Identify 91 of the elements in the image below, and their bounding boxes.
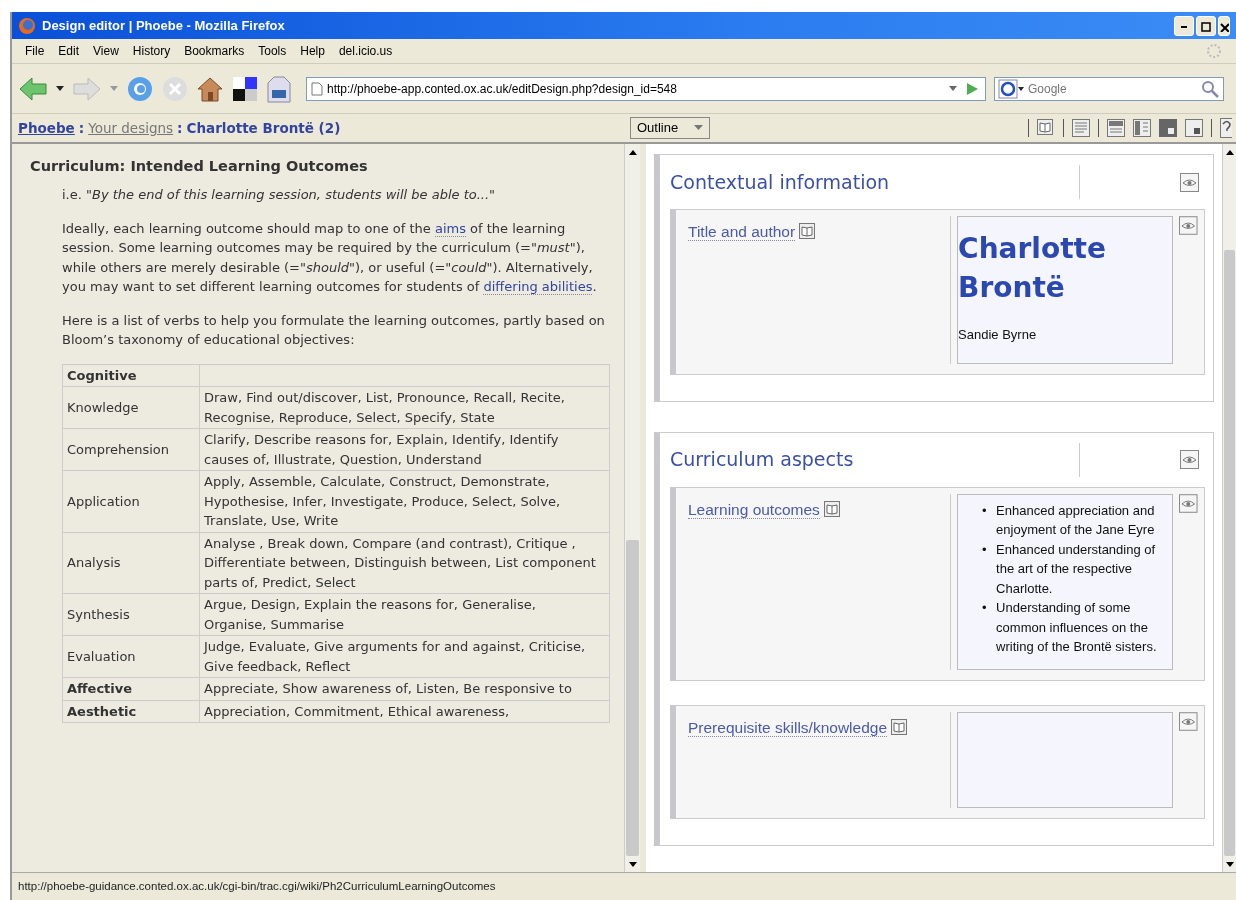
menu-item[interactable]: del.icio.us (331, 40, 400, 62)
table-cell: Clarify, Describe reasons for, Explain, Identify, Identify causes of, Illustrate, Question, Understand (199, 428, 610, 471)
document-title: Charlotte Brontë (958, 231, 1107, 306)
table-cell: Argue, Design, Explain the reasons for, Generalise, Organise, Summarise (199, 593, 610, 636)
bullet-mark: • (982, 540, 988, 559)
bullet-mark: • (982, 599, 988, 617)
close-button[interactable] (1218, 15, 1230, 36)
intro-text: i.e. "By the end of this learning session, students will be able to..." (62, 186, 497, 205)
field-label[interactable]: Prerequisite skills/knowledge (688, 718, 887, 737)
bullet-mark: • (982, 501, 988, 520)
book-icon[interactable] (891, 718, 907, 735)
table-cell: Evaluation (62, 635, 200, 678)
delicious-icon[interactable] (232, 75, 258, 102)
menu-item[interactable]: History (125, 40, 178, 62)
table-cell: Appreciation, Commitment, Ethical awareness, (199, 700, 610, 723)
search-bar[interactable]: Google (994, 76, 1224, 101)
table-cell: Analysis (62, 532, 200, 594)
book-icon[interactable] (1037, 119, 1055, 137)
list-item: Enhanced understanding of the art of the respective Charlotte. (996, 540, 1157, 598)
eye-icon[interactable] (1179, 711, 1198, 731)
table-cell: Apply, Assemble, Calculate, Construct, Demonstrate, Hypothesise, Infer, Investigate, Produce, Select, Solve, Translate, Use, Write (199, 470, 610, 533)
table-cell: Application (62, 470, 200, 533)
list-item: Enhanced appreciation and enjoyment of the Jane Eyre (996, 501, 1156, 539)
eye-icon[interactable] (1180, 172, 1199, 192)
maximize-button[interactable] (1196, 15, 1216, 36)
book-icon[interactable] (823, 500, 840, 517)
author-name: Sandie Byrne (958, 326, 1038, 344)
inline-link[interactable]: differing abilities (483, 279, 593, 296)
table-cell: Comprehension (62, 428, 200, 471)
down-arrow-icon (628, 861, 637, 867)
status-text: http://phoebe-guidance.conted.ox.ac.uk/cgi-bin/trac.cgi/wiki/Ph2CurriculumLearningOutcomes (18, 878, 496, 894)
menu-item[interactable]: File (18, 40, 52, 62)
table-cell: Cognitive (62, 364, 200, 387)
dropdown-caret-icon[interactable] (949, 85, 957, 92)
breadcrumb-current: Charlotte Brontë (2) (186, 118, 341, 138)
table-cell: Knowledge (62, 386, 200, 429)
breadcrumb-link[interactable]: Phoebe (18, 117, 75, 139)
breadcrumb-separator: : (177, 118, 183, 138)
book-icon[interactable] (799, 223, 816, 239)
breadcrumb-link[interactable]: Your designs (88, 117, 174, 139)
help-icon[interactable] (1220, 118, 1232, 138)
dropdown-caret-icon[interactable] (56, 85, 64, 92)
back-arrow-icon[interactable] (18, 75, 48, 102)
field-label[interactable]: Learning outcomes (688, 500, 820, 519)
close-icon (1219, 22, 1229, 33)
table-cell: Appreciate, Show awareness of, Listen, Be responsive to (199, 677, 610, 701)
address-bar[interactable]: http://phoebe-app.conted.ox.ac.uk/editDesign.php?design_id=548 (306, 76, 986, 101)
table-cell: Aesthetic (62, 700, 200, 723)
menu-item[interactable]: Bookmarks (177, 40, 252, 62)
text-page-icon[interactable] (1072, 119, 1090, 137)
eye-icon[interactable] (1180, 450, 1199, 469)
table-cell: Analyse , Break down, Compare (and contrast), Critique , Differentiate between, Distinguish between, List component parts of, Predict, Select (199, 532, 610, 594)
field-label[interactable]: Title and author (688, 223, 796, 241)
window-title: Design editor | Phoebe - Mozilla Firefox (42, 16, 286, 35)
search-engine-icon[interactable] (998, 78, 1024, 99)
view-dropdown[interactable]: Outline (630, 117, 711, 139)
section-heading: Curriculum: Intended Learning Outcomes (30, 158, 369, 176)
throbber-icon (1206, 43, 1222, 59)
layout-small-icon[interactable] (1185, 119, 1203, 137)
guidance-paragraph: Here is a list of verbs to help you formulate the learning outcomes, partly based on Bloom’s taxonomy of educational objectives: (62, 311, 606, 350)
reload-icon[interactable] (126, 74, 154, 103)
tag-icon[interactable] (266, 74, 292, 103)
breadcrumb-separator: : (78, 118, 85, 138)
globe-icon (18, 16, 36, 35)
layout-columns-icon[interactable] (1133, 119, 1151, 137)
eye-icon[interactable] (1179, 216, 1198, 235)
menu-item[interactable]: Help (293, 40, 332, 62)
section-title: Contextual information (670, 169, 891, 195)
up-arrow-icon (1225, 149, 1234, 155)
table-cell: Judge, Evaluate, Give arguments for and against, Criticise, Give feedback, Reflect (199, 635, 610, 678)
eye-icon[interactable] (1179, 493, 1198, 513)
layout-rows-icon[interactable] (1107, 119, 1125, 137)
menu-item[interactable]: View (86, 40, 126, 62)
list-item: Understanding of some common influences on the writing of the Brontë sisters. (996, 599, 1158, 656)
guidance-paragraph: Ideally, each learning outcome should map to one of the aims of the learning session. Some learning outcomes may be required by the curriculum (="must"), while others are merely desirable (="should"), or useful (="could"). Alternatively, you may want to set different learning outcomes for students of differing abilities. (62, 219, 598, 297)
maximize-icon (1201, 22, 1211, 33)
go-arrow-icon[interactable] (965, 81, 979, 96)
menu-item[interactable]: Tools (251, 40, 294, 62)
section-title: Curriculum aspects (670, 447, 855, 473)
layout-filled-icon[interactable] (1159, 119, 1177, 137)
menu-item[interactable]: Edit (51, 40, 87, 62)
dropdown-caret-icon (694, 125, 704, 131)
table-cell: Draw, Find out/discover, List, Pronounce, Recall, Recite, Recognise, Reproduce, Select, Specify, State (199, 386, 610, 429)
table-cell: Affective (62, 677, 200, 701)
up-arrow-icon (628, 149, 637, 155)
table-cell: Synthesis (62, 593, 200, 636)
inline-link[interactable]: aims (434, 220, 466, 237)
minimize-button[interactable] (1174, 15, 1194, 36)
minimize-icon (1181, 26, 1187, 29)
search-icon[interactable] (1201, 79, 1219, 98)
down-arrow-icon (1225, 861, 1234, 867)
